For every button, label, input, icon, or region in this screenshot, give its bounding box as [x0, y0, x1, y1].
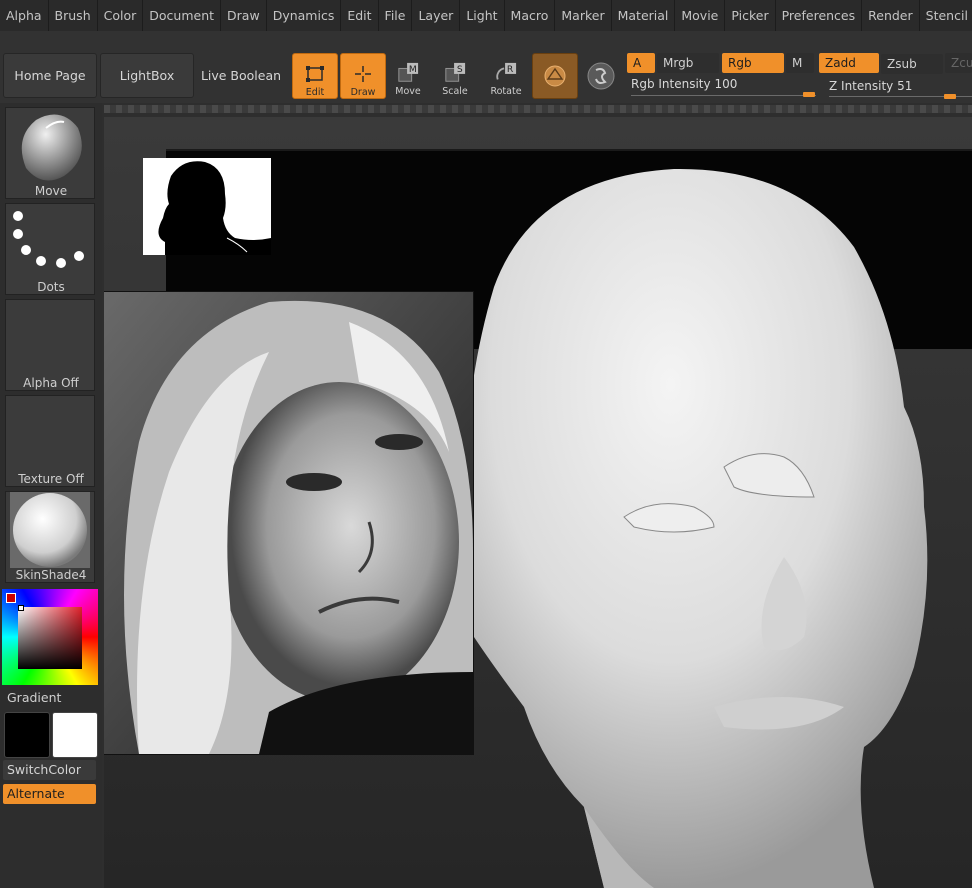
color-marker[interactable]	[6, 593, 16, 603]
m-toggle[interactable]: M	[786, 53, 814, 73]
menu-picker[interactable]: Picker	[725, 0, 776, 31]
document-canvas[interactable]	[104, 117, 972, 888]
dots-stroke-icon	[13, 211, 84, 268]
zcut-toggle[interactable]: Zcu	[945, 53, 972, 73]
move-icon: M	[397, 62, 419, 84]
scale-label: Scale	[442, 86, 468, 97]
head-model[interactable]	[454, 167, 972, 888]
main-color-swatch[interactable]	[52, 712, 98, 758]
scale-button[interactable]: S Scale	[433, 53, 477, 97]
move-brush-icon	[21, 114, 82, 181]
z-intensity-value: 51	[897, 79, 913, 93]
reference-photo	[104, 291, 474, 755]
menu-stencil[interactable]: Stencil	[920, 0, 972, 31]
menu-document[interactable]: Document	[143, 0, 222, 31]
solo-icon	[587, 62, 615, 90]
solo-button[interactable]	[584, 59, 618, 93]
menu-material[interactable]: Material	[612, 0, 676, 31]
brush-label: Move	[34, 184, 68, 198]
z-intensity-label: Z Intensity	[829, 79, 894, 93]
rotate-button[interactable]: R Rotate	[484, 53, 528, 97]
silhouette-thumbnail	[143, 158, 271, 255]
rotate-icon: R	[495, 62, 517, 84]
sv-marker[interactable]	[18, 605, 24, 611]
rgb-toggle[interactable]: Rgb	[722, 53, 784, 73]
stroke-selector[interactable]: Dots	[5, 203, 95, 295]
rgb-intensity-label: Rgb Intensity	[631, 77, 711, 91]
menu-color[interactable]: Color	[98, 0, 144, 31]
alternate-button[interactable]: Alternate	[3, 784, 96, 804]
rgb-intensity-knob[interactable]	[803, 92, 815, 97]
scale-key: S	[457, 64, 463, 75]
texture-label: Texture Off	[18, 472, 84, 486]
menu-render[interactable]: Render	[862, 0, 920, 31]
move-key: M	[409, 64, 417, 75]
rgb-intensity-slider[interactable]: Rgb Intensity 100	[631, 77, 737, 91]
top-toolbar: Home Page LightBox Live Boolean Edit Dra…	[0, 31, 972, 103]
texture-selector[interactable]: Texture Off	[5, 395, 95, 487]
z-intensity-knob[interactable]	[944, 94, 956, 99]
zadd-toggle[interactable]: Zadd	[819, 53, 879, 73]
transp-button[interactable]	[532, 53, 578, 99]
stroke-label: Dots	[37, 280, 65, 294]
menu-macro[interactable]: Macro	[505, 0, 556, 31]
skinshade-material-icon	[10, 492, 90, 568]
move-label: Move	[395, 86, 421, 97]
alpha-selector[interactable]: Alpha Off	[5, 299, 95, 391]
ghost-icon	[544, 65, 566, 87]
rotate-label: Rotate	[490, 86, 522, 97]
menu-edit[interactable]: Edit	[341, 0, 379, 31]
draw-label: Draw	[350, 87, 376, 98]
a-toggle[interactable]: A	[627, 53, 655, 73]
secondary-color-swatch[interactable]	[4, 712, 50, 758]
menu-draw[interactable]: Draw	[221, 0, 267, 31]
menu-movie[interactable]: Movie	[675, 0, 726, 31]
backdrop-edge	[166, 149, 972, 151]
menu-file[interactable]: File	[379, 0, 413, 31]
color-picker[interactable]	[2, 589, 98, 685]
menu-bar: Alpha Brush Color Document Draw Dynamics Edit F…	[0, 0, 972, 31]
edit-icon	[304, 63, 326, 85]
draw-icon	[352, 63, 374, 85]
rgb-intensity-value: 100	[714, 77, 738, 91]
menu-alpha[interactable]: Alpha	[0, 0, 49, 31]
canvas-ruler	[104, 105, 972, 113]
menu-light[interactable]: Light	[460, 0, 505, 31]
draw-button[interactable]: Draw	[340, 53, 386, 99]
menu-preferences[interactable]: Preferences	[776, 0, 863, 31]
live-boolean-button[interactable]: Live Boolean	[195, 53, 287, 98]
menu-marker[interactable]: Marker	[555, 0, 612, 31]
mrgb-toggle[interactable]: Mrgb	[657, 53, 719, 73]
move-button[interactable]: M Move	[386, 53, 430, 97]
edit-button[interactable]: Edit	[292, 53, 338, 99]
material-label: SkinShade4	[15, 568, 87, 582]
brush-selector[interactable]: Move	[5, 107, 95, 199]
alpha-label: Alpha Off	[23, 376, 79, 390]
color-sv-square[interactable]	[18, 607, 82, 669]
rotate-key: R	[507, 64, 514, 75]
switchcolor-button[interactable]: SwitchColor	[3, 760, 96, 780]
menu-layer[interactable]: Layer	[412, 0, 461, 31]
lightbox-button[interactable]: LightBox	[100, 53, 194, 98]
material-selector[interactable]: SkinShade4	[5, 491, 95, 583]
home-page-button[interactable]: Home Page	[3, 53, 97, 98]
left-shelf: Move Dots Alpha Off Texture Off SkinShad…	[0, 103, 102, 888]
edit-label: Edit	[305, 87, 325, 98]
scale-icon: S	[444, 62, 466, 84]
rgb-intensity-track[interactable]	[631, 95, 816, 96]
menu-brush[interactable]: Brush	[49, 0, 98, 31]
gradient-label[interactable]: Gradient	[7, 690, 61, 705]
menu-dynamics[interactable]: Dynamics	[267, 0, 342, 31]
z-intensity-slider[interactable]: Z Intensity 51	[829, 79, 912, 93]
zsub-toggle[interactable]: Zsub	[881, 54, 943, 74]
